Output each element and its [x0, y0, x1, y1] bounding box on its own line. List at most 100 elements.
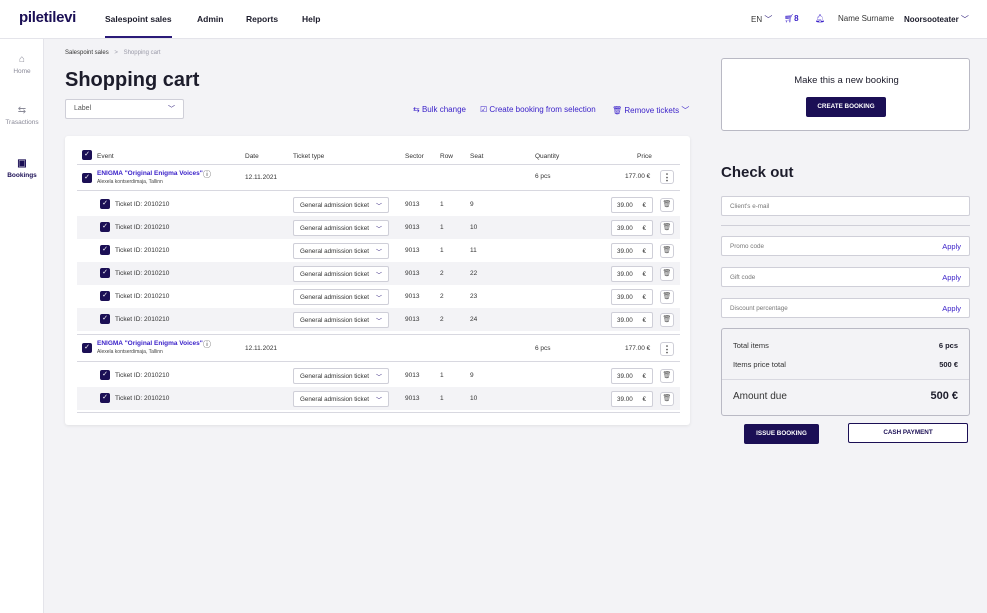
trash-icon[interactable]: 🗑︎: [660, 221, 674, 235]
ticket-type-select[interactable]: General admission ticket ﹀: [293, 266, 389, 282]
table-row: ✓ Ticket ID: 2010210 General admission t…: [77, 308, 680, 331]
event-date: 12.11.2021: [245, 174, 278, 181]
ticket-currency: €: [642, 225, 646, 232]
ticket-seat: 23: [470, 293, 478, 300]
breadcrumb-parent[interactable]: Salespoint sales: [65, 50, 109, 56]
ticket-checkbox[interactable]: ✓: [100, 314, 110, 324]
ticket-currency: €: [642, 294, 646, 301]
chevron-down-icon: ﹀: [375, 296, 382, 302]
ticket-id: Ticket ID: 2010210: [115, 224, 170, 231]
cart-button[interactable]: 🛒︎8: [784, 14, 799, 23]
nav-admin[interactable]: Admin: [197, 14, 223, 24]
ticket-checkbox[interactable]: ✓: [100, 370, 110, 380]
ticket-checkbox[interactable]: ✓: [100, 393, 110, 403]
promo-apply-button[interactable]: Apply: [942, 242, 961, 251]
select-all-checkbox[interactable]: ✓: [82, 150, 92, 160]
ticket-type-select[interactable]: General admission ticket ﹀: [293, 391, 389, 407]
table-row: ✓ Ticket ID: 2010210 General admission t…: [77, 193, 680, 216]
ticket-price-input[interactable]: 39.00 €: [611, 289, 653, 305]
trash-icon[interactable]: 🗑︎: [660, 392, 674, 406]
table-bottom-divider: [77, 412, 680, 413]
event-name[interactable]: ENIGMA "Original Enigma Voices": [97, 340, 203, 347]
ticket-price-input[interactable]: 39.00 €: [611, 220, 653, 236]
ticket-price-input[interactable]: 39.00 €: [611, 197, 653, 213]
totals-divider: [722, 379, 969, 380]
rail-item-bookings[interactable]: ▣ Bookings: [0, 158, 44, 179]
total-items-value: 6 pcs: [938, 341, 958, 350]
ticket-price-input[interactable]: 39.00 €: [611, 312, 653, 328]
ticket-price-input[interactable]: 39.00 €: [611, 368, 653, 384]
group-checkbox[interactable]: ✓: [82, 343, 92, 353]
ticket-sector: 9013: [405, 224, 420, 231]
rail-item-transactions[interactable]: ⇆ Trasactions: [0, 105, 44, 126]
ticket-type-select[interactable]: General admission ticket ﹀: [293, 289, 389, 305]
ticket-type-select[interactable]: General admission ticket ﹀: [293, 312, 389, 328]
discount-apply-button[interactable]: Apply: [942, 304, 961, 313]
discount-field[interactable]: Discount percentage Apply: [721, 298, 970, 318]
nav-help[interactable]: Help: [302, 14, 320, 24]
trash-icon[interactable]: 🗑︎: [660, 369, 674, 383]
ticket-id: Ticket ID: 2010210: [115, 316, 170, 323]
ticket-id: Ticket ID: 2010210: [115, 293, 170, 300]
bell-icon[interactable]: 🔔︎: [815, 14, 825, 23]
discount-placeholder: Discount percentage: [730, 305, 788, 312]
trash-icon[interactable]: 🗑︎: [660, 267, 674, 281]
ticket-type-select[interactable]: General admission ticket ﹀: [293, 368, 389, 384]
info-icon[interactable]: ⓘ: [203, 169, 211, 180]
more-options-icon[interactable]: ⋮: [660, 170, 674, 184]
ticket-price-input[interactable]: 39.00 €: [611, 391, 653, 407]
amount-due-value: 500 €: [930, 390, 958, 402]
ticket-row: 1: [440, 247, 444, 254]
gift-code-field[interactable]: Gift code Apply: [721, 267, 970, 287]
ticket-id: Ticket ID: 2010210: [115, 247, 170, 254]
create-booking-button[interactable]: CREATE BOOKING: [806, 97, 886, 117]
create-from-selection-label: Create booking from selection: [489, 105, 596, 114]
trash-icon[interactable]: 🗑︎: [660, 290, 674, 304]
chevron-down-icon: ﹀: [375, 250, 382, 256]
trash-icon[interactable]: 🗑︎: [660, 198, 674, 212]
ticket-currency: €: [642, 317, 646, 324]
gift-apply-button[interactable]: Apply: [942, 273, 961, 282]
logo[interactable]: piletilevi: [19, 9, 76, 26]
group-checkbox[interactable]: ✓: [82, 173, 92, 183]
calendar-check-icon: ☑: [480, 105, 488, 114]
ticket-type-select[interactable]: General admission ticket ﹀: [293, 220, 389, 236]
ticket-seat: 9: [470, 201, 474, 208]
nav-salespoint-sales[interactable]: Salespoint sales: [105, 14, 172, 38]
ticket-price-input[interactable]: 39.00 €: [611, 243, 653, 259]
trash-icon[interactable]: 🗑︎: [660, 244, 674, 258]
rail-item-home[interactable]: ⌂ Home: [0, 54, 44, 75]
more-options-icon[interactable]: ⋮: [660, 342, 674, 356]
bulk-change-button[interactable]: ⇆ Bulk change: [413, 105, 466, 114]
ticket-type-select[interactable]: General admission ticket ﹀: [293, 197, 389, 213]
user-name[interactable]: Name Surname: [838, 14, 894, 23]
create-booking-from-selection-button[interactable]: ☑ Create booking from selection: [480, 105, 596, 114]
ticket-currency: €: [642, 248, 646, 255]
cash-payment-button[interactable]: CASH PAYMENT: [848, 423, 968, 443]
ticket-type-value: General admission ticket: [300, 225, 369, 232]
ticket-checkbox[interactable]: ✓: [100, 291, 110, 301]
ticket-checkbox[interactable]: ✓: [100, 245, 110, 255]
ticket-row: 1: [440, 372, 444, 379]
ticket-checkbox[interactable]: ✓: [100, 268, 110, 278]
new-booking-card: Make this a new booking CREATE BOOKING: [721, 58, 970, 131]
language-select[interactable]: EN ﹀: [751, 14, 772, 25]
nav-reports[interactable]: Reports: [246, 14, 278, 24]
email-field[interactable]: Client's e-mail: [721, 196, 970, 216]
ticket-type-value: General admission ticket: [300, 373, 369, 380]
label-select[interactable]: Label ﹀: [65, 99, 184, 119]
issue-booking-button[interactable]: ISSUE BOOKING: [744, 424, 819, 444]
ticket-type-select[interactable]: General admission ticket ﹀: [293, 243, 389, 259]
ticket-price-input[interactable]: 39.00 €: [611, 266, 653, 282]
promo-code-field[interactable]: Promo code Apply: [721, 236, 970, 256]
trash-icon[interactable]: 🗑︎: [660, 313, 674, 327]
organization-select[interactable]: Noorsooteater ﹀: [904, 14, 969, 25]
table-row: ✓ Ticket ID: 2010210 General admission t…: [77, 239, 680, 262]
event-name[interactable]: ENIGMA "Original Enigma Voices": [97, 170, 203, 177]
ticket-checkbox[interactable]: ✓: [100, 222, 110, 232]
ticket-type-value: General admission ticket: [300, 248, 369, 255]
remove-tickets-button[interactable]: 🗑︎ Remove tickets ﹀: [612, 105, 689, 116]
event-date: 12.11.2021: [245, 345, 278, 352]
info-icon[interactable]: ⓘ: [203, 339, 211, 350]
ticket-checkbox[interactable]: ✓: [100, 199, 110, 209]
